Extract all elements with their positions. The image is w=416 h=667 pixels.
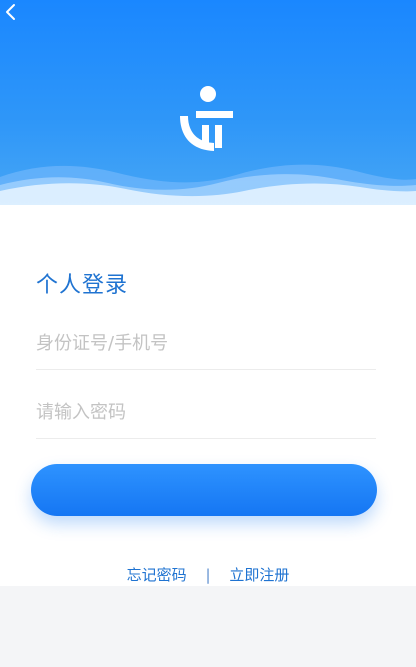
login-header — [0, 0, 416, 205]
password-input[interactable] — [36, 400, 376, 424]
login-card: 个人登录 忘记密码 | 立即注册 — [0, 205, 416, 586]
links-separator: | — [205, 566, 211, 584]
id-field — [36, 317, 376, 370]
header-waves — [0, 164, 416, 205]
back-button[interactable] — [2, 2, 22, 22]
chevron-left-icon — [6, 4, 15, 20]
login-button[interactable] — [31, 464, 377, 516]
password-field — [36, 386, 376, 439]
page-title: 个人登录 — [36, 273, 129, 298]
footer-links: 忘记密码 | 立即注册 — [0, 564, 416, 585]
forgot-password-link[interactable]: 忘记密码 — [127, 564, 187, 585]
register-link[interactable]: 立即注册 — [229, 564, 289, 585]
id-input[interactable] — [36, 331, 376, 355]
